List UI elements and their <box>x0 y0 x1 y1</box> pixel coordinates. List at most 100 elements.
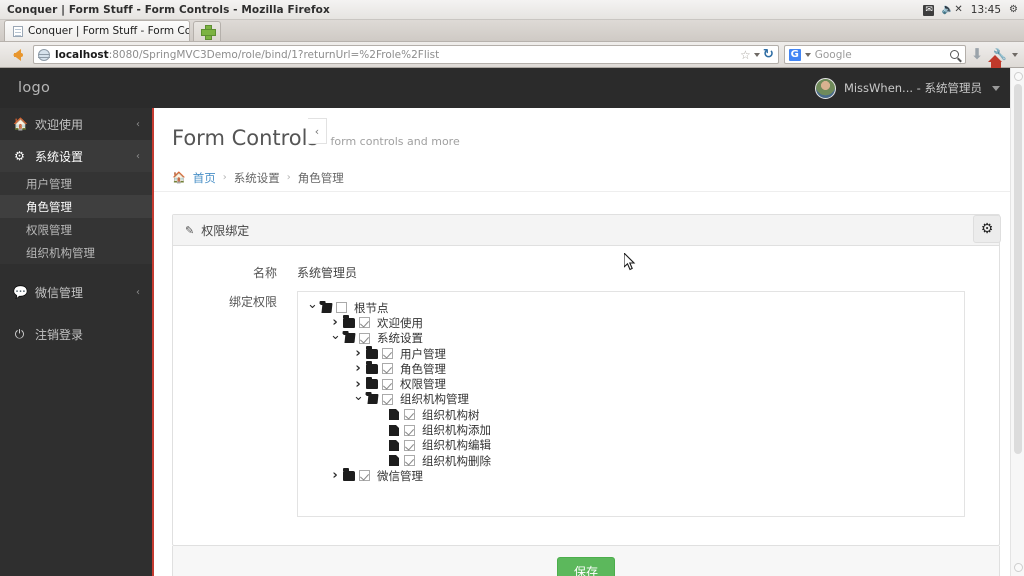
star-icon[interactable]: ☆ <box>740 48 751 62</box>
tree-node-checkbox[interactable] <box>382 393 393 405</box>
gear-icon[interactable]: ⚙ <box>1009 5 1018 15</box>
tree-node[interactable]: 用户管理 <box>307 346 964 361</box>
tree-node[interactable]: 组织机构编辑 <box>307 438 964 453</box>
chevron-down-icon[interactable] <box>353 393 363 406</box>
scrollbar-thumb[interactable] <box>1014 84 1022 454</box>
reload-icon[interactable]: ↻ <box>763 48 774 61</box>
tree-node[interactable]: 欢迎使用 <box>307 315 964 330</box>
chevron-down-icon <box>992 85 1000 91</box>
page-settings-button[interactable]: ⚙ <box>973 215 1001 243</box>
tree-node-label: 组织机构编辑 <box>422 438 491 453</box>
new-tab-button[interactable] <box>193 21 221 41</box>
sidebar-item-wechat[interactable]: 💬 微信管理 ‹ <box>0 276 152 308</box>
chevron-down-icon[interactable] <box>330 332 340 345</box>
user-menu[interactable]: MissWhen... - 系统管理员 <box>814 68 1000 108</box>
window-title: Conquer | Form Stuff - Form Controls - M… <box>7 3 330 16</box>
mail-icon[interactable]: ✉ <box>923 4 934 16</box>
page-scrollbar[interactable] <box>1010 68 1024 576</box>
tray-clock[interactable]: 13:45 <box>971 5 1001 16</box>
tree-node[interactable]: 组织机构添加 <box>307 422 964 437</box>
tree-node-checkbox[interactable] <box>336 302 347 314</box>
tree-node-checkbox[interactable] <box>359 332 370 344</box>
search-input[interactable]: Google <box>815 49 946 61</box>
user-name: MissWhen... - 系统管理员 <box>843 81 982 95</box>
sidebar-item-welcome[interactable]: 🏠 欢迎使用 ‹ <box>0 108 152 140</box>
chevron-down-icon[interactable] <box>1012 52 1018 57</box>
navigation-toolbar: localhost:8080/SpringMVC3Demo/role/bind/… <box>0 42 1024 68</box>
gear-icon: ⚙ <box>980 221 994 237</box>
window-titlebar: Conquer | Form Stuff - Form Controls - M… <box>0 0 1024 20</box>
permission-binding-panel: ✎ 权限绑定 名称 系统管理员 绑定权限 根节点欢迎使用系统设置用户管理角色管理… <box>172 214 1000 546</box>
tree-node[interactable]: 组织机构树 <box>307 407 964 422</box>
tree-node[interactable]: 组织机构管理 <box>307 392 964 407</box>
tree-node-checkbox[interactable] <box>382 363 393 375</box>
sidebar-item-org-management[interactable]: 组织机构管理 <box>0 241 152 264</box>
panel-title: 权限绑定 <box>201 223 250 238</box>
scroll-up-button[interactable] <box>1014 72 1023 81</box>
tree-node[interactable]: 根节点 <box>307 300 964 315</box>
field-label-permissions: 绑定权限 <box>228 295 277 309</box>
tree-node-checkbox[interactable] <box>404 455 415 467</box>
scroll-down-button[interactable] <box>1014 563 1023 572</box>
browser-tab[interactable]: Conquer | Form Stuff - Form Controls <box>4 20 190 41</box>
back-button[interactable] <box>6 45 28 65</box>
permission-tree[interactable]: 根节点欢迎使用系统设置用户管理角色管理权限管理组织机构管理组织机构树组织机构添加… <box>297 291 965 517</box>
tree-node-checkbox[interactable] <box>404 409 415 421</box>
folder-open-icon <box>365 394 379 405</box>
page-favicon-icon <box>13 25 23 37</box>
home-icon: 🏠 <box>13 117 28 131</box>
tab-label: Conquer | Form Stuff - Form Controls <box>28 25 190 37</box>
app-logo[interactable]: logo <box>0 80 160 96</box>
tree-node-checkbox[interactable] <box>359 317 370 329</box>
tree-node-checkbox[interactable] <box>382 378 393 390</box>
chevron-down-icon[interactable] <box>804 52 811 57</box>
tree-node[interactable]: 组织机构删除 <box>307 453 964 468</box>
tree-node-label: 用户管理 <box>400 346 446 361</box>
sidebar-item-permission-management[interactable]: 权限管理 <box>0 218 152 241</box>
sidebar-item-label: 欢迎使用 <box>35 117 84 132</box>
sidebar-subitem-label: 角色管理 <box>26 199 72 214</box>
search-bar[interactable]: G Google <box>783 45 966 64</box>
tree-node-checkbox[interactable] <box>404 439 415 451</box>
tree-node[interactable]: 系统设置 <box>307 331 964 346</box>
chevron-left-icon: ‹ <box>136 150 140 162</box>
chevron-down-icon[interactable] <box>753 52 760 57</box>
browser-window: Conquer | Form Stuff - Form Controls - M… <box>0 0 1024 576</box>
chevron-down-icon[interactable] <box>307 301 317 314</box>
tree-node-checkbox[interactable] <box>382 348 393 360</box>
chevron-right-icon: › <box>286 172 291 183</box>
breadcrumb-item-home[interactable]: 首页 <box>193 170 216 186</box>
file-icon <box>389 455 399 467</box>
breadcrumb-item-system-settings[interactable]: 系统设置 <box>234 170 280 186</box>
sidebar-subitem-label: 用户管理 <box>26 176 72 191</box>
download-arrow-icon[interactable]: ⬇ <box>971 47 984 62</box>
panel-header: ✎ 权限绑定 <box>173 215 999 246</box>
volume-muted-icon[interactable]: 🔈✕ <box>942 5 963 15</box>
sidebar-item-logout[interactable]: ⏻ 注销登录 <box>0 318 152 350</box>
chevron-right-icon[interactable] <box>330 469 340 482</box>
folder-closed-icon <box>366 361 378 374</box>
tree-node[interactable]: 权限管理 <box>307 376 964 391</box>
chevron-right-icon[interactable] <box>353 347 363 360</box>
tree-node[interactable]: 微信管理 <box>307 468 964 483</box>
tree-node-checkbox[interactable] <box>359 470 370 482</box>
pencil-square-icon: ✎ <box>185 223 195 237</box>
url-path: :8080/SpringMVC3Demo/role/bind/1?returnU… <box>108 48 440 61</box>
chevron-right-icon[interactable] <box>353 362 363 375</box>
tree-node-checkbox[interactable] <box>404 424 415 436</box>
save-button[interactable]: 保存 <box>556 557 615 576</box>
chevron-right-icon: › <box>222 172 227 183</box>
address-bar[interactable]: localhost:8080/SpringMVC3Demo/role/bind/… <box>33 45 779 64</box>
tree-node[interactable]: 角色管理 <box>307 361 964 376</box>
search-icon[interactable] <box>949 50 959 59</box>
plus-icon <box>200 25 216 40</box>
folder-open-icon <box>319 302 333 313</box>
sidebar-item-label: 微信管理 <box>35 285 84 300</box>
sidebar-item-user-management[interactable]: 用户管理 <box>0 172 152 195</box>
tree-node-label: 组织机构管理 <box>400 392 469 407</box>
sidebar-item-system-settings[interactable]: ⚙ 系统设置 ‹ <box>0 140 152 172</box>
panel-footer: 保存 <box>172 546 1000 576</box>
sidebar-item-role-management[interactable]: 角色管理 <box>0 195 152 218</box>
sidebar-collapse-button[interactable]: ‹ <box>308 118 327 144</box>
